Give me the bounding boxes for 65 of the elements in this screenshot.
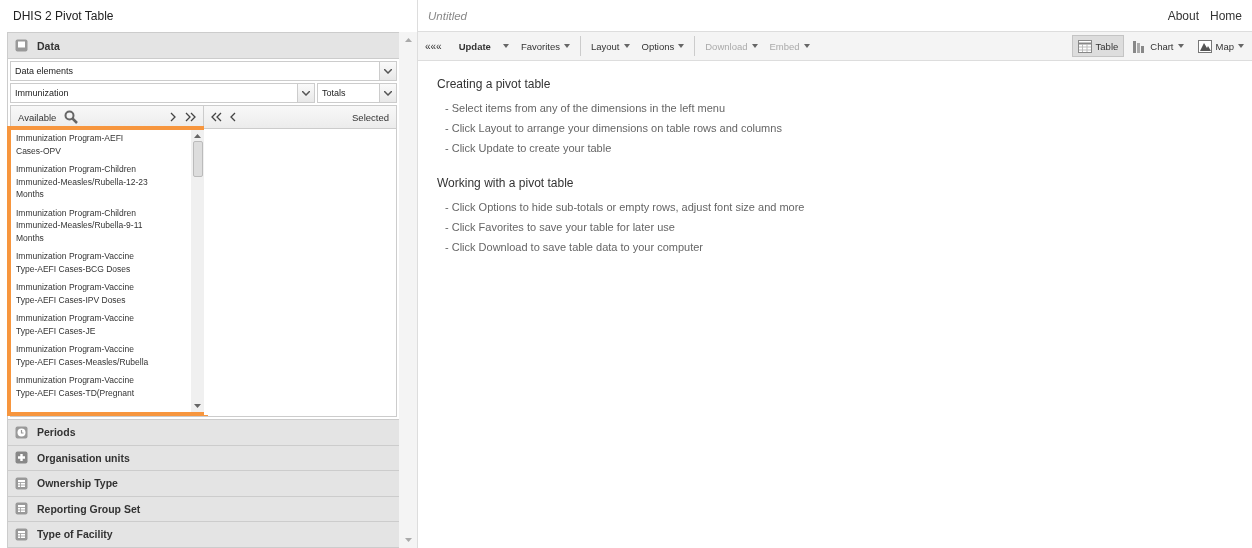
scrollbar[interactable] [399,32,417,548]
scroll-thumb[interactable] [192,141,203,177]
list-item[interactable]: Immunization Program-Children Immunized-Measles/Rubella-9-11 Months [16,206,152,244]
caret-icon [563,44,570,48]
caret-icon [678,44,685,48]
list-item[interactable]: Immunization Program-Children Immunized-Measles/Rubella-12-23 Months [16,163,152,201]
header-link[interactable]: Home [1210,8,1242,23]
caret-icon [1177,44,1184,48]
caret-icon [1238,44,1244,48]
view-button[interactable]: Table [1071,35,1125,57]
help-text: - Click Favorites to save your table for later use [444,220,676,235]
collapse-button[interactable]: ««« [420,37,447,55]
list-label: Selected [352,111,389,123]
details-select[interactable]: Totals [317,83,397,103]
search-icon [64,110,79,124]
help-heading: Creating a pivot table [437,77,552,91]
help-text: - Click Update to create your table [444,141,613,156]
caret-icon [623,44,630,48]
list-label: Available [18,111,57,123]
scroll-down-icon [404,538,412,542]
document-title: Untitled [428,9,467,22]
caret-icon [751,44,758,48]
group-select[interactable]: Immunization [10,83,315,103]
caret-icon [803,44,810,48]
chevron-left-icon [230,112,237,122]
menu-button[interactable]: Options [636,37,690,55]
list-item[interactable]: Immunization Program-AEFI Cases-OPV [16,132,152,157]
app-title: DHIS 2 Pivot Table [13,9,114,23]
list-item[interactable]: Immunization Program-Vaccine Type-AEFI Cases-TD(Pregnant [16,374,152,399]
list-item[interactable]: Immunization Program-Vaccine Type-AEFI Cases-IPV Doses [16,281,152,306]
document-icon [15,39,28,52]
help-heading: Working with a pivot table [437,176,575,190]
view-button[interactable]: Map [1191,35,1250,57]
chevron-down-icon [302,90,310,96]
scroll-up-icon [194,134,201,138]
view-button[interactable]: Chart [1126,35,1190,57]
help-text: - Click Download to save table data to your computer [444,240,705,255]
chart-icon [1132,39,1147,53]
scroll-down-icon [194,404,201,408]
header-link[interactable]: About [1167,8,1199,23]
chevron-down-icon [384,90,392,96]
grid-icon [15,527,28,541]
caret-icon [502,44,509,48]
scrollbar[interactable] [191,130,204,412]
grid-icon [15,476,28,490]
data-type-select[interactable]: Data elements [10,61,397,81]
double-chevron-right-icon [185,112,196,122]
grid-icon [15,502,28,516]
table-icon [1077,39,1092,53]
scroll-up-icon [404,38,412,42]
list-item[interactable]: Immunization Program-Vaccine Type-AEFI Cases-BCG Doses [16,250,152,275]
chevron-down-icon [384,68,392,74]
list-item[interactable]: Immunization Program-Vaccine Type-AEFI Cases-JE [16,312,152,337]
double-chevron-left-icon [211,112,222,122]
help-text: - Click Options to hide sub-totals or empty rows, adjust font size and more [444,200,806,215]
map-icon [1197,39,1212,53]
menu-button[interactable]: Favorites [515,37,575,55]
plus-icon [15,451,28,465]
help-text: - Click Layout to arrange your dimensions on table rows and columns [444,121,783,136]
help-text: - Select items from any of the dimensions in the left menu [444,101,727,116]
list-item[interactable]: Immunization Program-Vaccine Type-AEFI Cases-Measles/Rubella [16,343,152,368]
chevron-right-icon [170,112,177,122]
clock-icon [15,425,28,439]
menu-button[interactable]: Layout [585,37,635,55]
update-button[interactable]: Update [448,37,514,55]
